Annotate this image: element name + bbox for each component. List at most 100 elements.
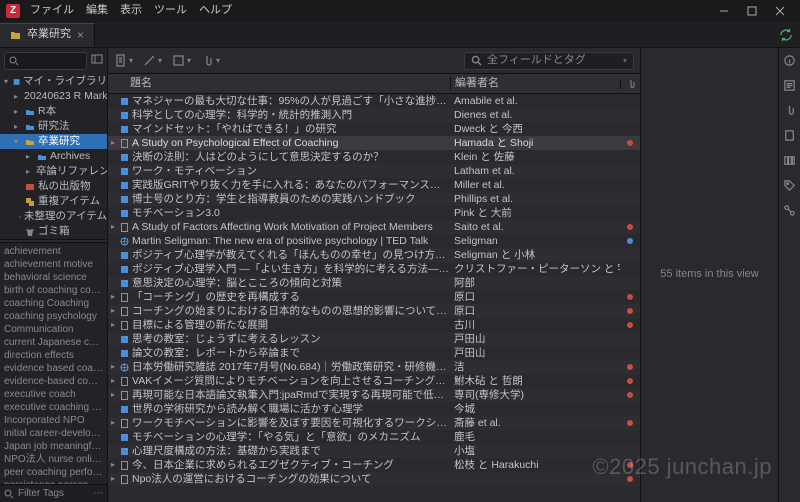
tag-item[interactable]: coaching Coaching: [4, 297, 103, 310]
tab-close-icon[interactable]: ×: [77, 28, 84, 42]
attachments-icon[interactable]: [783, 104, 796, 117]
abstract-icon[interactable]: [783, 79, 796, 92]
twisty-icon[interactable]: ▸: [108, 390, 118, 400]
item-row[interactable]: マネジャーの最も大切な仕事：95%の人が見過ごす「小さな進捗」の力Amabile…: [108, 94, 640, 108]
info-icon[interactable]: [783, 54, 796, 67]
item-row[interactable]: ▸A Study on Psychological Effect of Coac…: [108, 136, 640, 150]
item-row[interactable]: ▸ワークモチベーションに影響を及ぼす要因を可視化するワークショップの開発斎藤 e…: [108, 416, 640, 430]
related-icon[interactable]: [783, 204, 796, 217]
close-button[interactable]: [766, 0, 794, 22]
item-row[interactable]: 心理尺度構成の方法：基礎から実践まで小塩: [108, 444, 640, 458]
menu-help[interactable]: ヘルプ: [199, 4, 232, 17]
libraries-icon[interactable]: [783, 154, 796, 167]
collection-item[interactable]: 重複アイテム: [0, 194, 107, 209]
twisty-icon[interactable]: ▸: [108, 306, 118, 316]
tag-item[interactable]: achievement motive: [4, 258, 103, 271]
twisty-icon[interactable]: ▸: [14, 107, 22, 117]
sync-button[interactable]: [772, 28, 800, 42]
item-row[interactable]: ポジティブ心理学入門 ―「よい生き方」を科学的に考える方法―【スマホ・読上】クリ…: [108, 262, 640, 276]
item-row[interactable]: ▸目標による管理の新たな展開古川: [108, 318, 640, 332]
collection-item[interactable]: ゴミ箱: [0, 224, 107, 239]
twisty-icon[interactable]: ▸: [108, 320, 118, 330]
search-dropdown-icon[interactable]: ▾: [623, 56, 627, 66]
column-title[interactable]: 題名: [126, 77, 450, 90]
twisty-icon[interactable]: ▾: [14, 137, 22, 147]
collection-search[interactable]: [4, 52, 87, 70]
menu-view[interactable]: 表示: [120, 4, 142, 17]
twisty-icon[interactable]: ▾: [4, 77, 10, 87]
add-attachment-button[interactable]: ▾: [201, 54, 220, 67]
item-row[interactable]: 論文の教室：レポートから卒論まで戸田山: [108, 346, 640, 360]
menu-edit[interactable]: 編集: [86, 4, 108, 17]
minimize-button[interactable]: [710, 0, 738, 22]
item-row[interactable]: ▸A Study of Factors Affecting Work Motiv…: [108, 220, 640, 234]
tag-filter-bar[interactable]: Filter Tags ⋯: [0, 484, 107, 502]
twisty-icon[interactable]: ▸: [108, 474, 118, 484]
twisty-icon[interactable]: ▸: [108, 418, 118, 428]
item-row[interactable]: ▸再現可能な日本語論文執筆入門:jpaRmdで実現する再現可能で低コストな日本語…: [108, 388, 640, 402]
item-row[interactable]: 科学としての心理学：科学的・統計的推測入門Dienes et al.: [108, 108, 640, 122]
tag-item[interactable]: current Japanese companies: [4, 336, 103, 349]
collection-item[interactable]: ▾卒業研究: [0, 134, 107, 149]
tag-selector[interactable]: achievementachievement motivebehavioral …: [0, 243, 107, 484]
column-attachment[interactable]: [620, 79, 640, 89]
item-row[interactable]: Martin Seligman: The new era of positive…: [108, 234, 640, 248]
item-row[interactable]: 博士号のとり方：学生と指導教員のための実践ハンドブックPhillips et a…: [108, 192, 640, 206]
item-row[interactable]: ▸日本労働研究雑誌 2017年7月号(No.684)｜労働政策研究・研修機構（J…: [108, 360, 640, 374]
items-search[interactable]: 全フィールドとタグ ▾: [464, 52, 634, 70]
collection-item[interactable]: ▸Archives: [0, 149, 107, 164]
item-row[interactable]: ▸今、日本企業に求められるエグゼクティブ・コーチング松枝 と Harakuchi: [108, 458, 640, 472]
twisty-icon[interactable]: ▸: [108, 376, 118, 386]
twisty-icon[interactable]: ▸: [26, 152, 34, 162]
twisty-icon[interactable]: ▸: [108, 292, 118, 302]
tag-item[interactable]: executive coach: [4, 388, 103, 401]
item-row[interactable]: ▸「コーチング」の歴史を再構成する原口: [108, 290, 640, 304]
tag-item[interactable]: initial career-development pe…: [4, 427, 103, 440]
item-row[interactable]: 世界の学術研究から読み解く職場に活かす心理学今城: [108, 402, 640, 416]
tag-item[interactable]: peer coaching performance: [4, 466, 103, 479]
menu-tools[interactable]: ツール: [154, 4, 187, 17]
item-row[interactable]: モチベーションの心理学：「やる気」と「意欲」のメカニズム鹿毛: [108, 430, 640, 444]
maximize-button[interactable]: [738, 0, 766, 22]
item-row[interactable]: ▸VAKイメージ質問によりモチベーションを向上させるコーチング対話システム鮒木砧…: [108, 374, 640, 388]
tag-item[interactable]: executive coaching grit history: [4, 401, 103, 414]
twisty-icon[interactable]: ▸: [14, 92, 18, 102]
tag-item[interactable]: achievement: [4, 245, 103, 258]
item-row[interactable]: 決断の法則：人はどのようにして意思決定するのか？Klein と 佐藤: [108, 150, 640, 164]
tag-item[interactable]: Japan job meaningfulness: [4, 440, 103, 453]
tag-item[interactable]: evidence-based coaching study: [4, 375, 103, 388]
items-list[interactable]: マネジャーの最も大切な仕事：95%の人が見過ごす「小さな進捗」の力Amabile…: [108, 94, 640, 502]
item-row[interactable]: 意思決定の心理学：脳とこころの傾向と対策阿部: [108, 276, 640, 290]
twisty-icon[interactable]: ▸: [26, 167, 30, 177]
item-row[interactable]: ▸コーチングの始まりにおける日本的なものの思想的影響についての考察原口: [108, 304, 640, 318]
collection-item[interactable]: ▸R本: [0, 104, 107, 119]
tab-active[interactable]: 卒業研究 ×: [0, 23, 95, 47]
item-row[interactable]: モチベーション3.0Pink と 大前: [108, 206, 640, 220]
tag-item[interactable]: direction effects: [4, 349, 103, 362]
new-item-button[interactable]: ▾: [114, 54, 133, 67]
add-by-identifier-button[interactable]: ▾: [143, 54, 162, 67]
item-row[interactable]: ポジティブ心理学が教えてくれる「ほんものの幸せ」の見つけ方：とっておきの強みを生…: [108, 248, 640, 262]
twisty-icon[interactable]: ▸: [108, 222, 118, 232]
twisty-icon[interactable]: ▸: [14, 122, 22, 132]
item-row[interactable]: 実践版GRITやり抜く力を手に入れる：あなたのパフォーマンスを最大限に引き出す科…: [108, 178, 640, 192]
item-row[interactable]: ワーク・モティベーションLatham et al.: [108, 164, 640, 178]
new-note-button[interactable]: ▾: [172, 54, 191, 67]
collection-item[interactable]: ▸20240623 R Markdow…: [0, 89, 107, 104]
tags-icon[interactable]: [783, 179, 796, 192]
collection-item[interactable]: 未整理のアイテム: [0, 209, 107, 224]
collection-item[interactable]: 私の出版物: [0, 179, 107, 194]
item-row[interactable]: 思考の教室：じょうずに考えるレッスン戸田山: [108, 332, 640, 346]
tag-item[interactable]: NPO法人 nurse online survey: [4, 453, 103, 466]
tag-item[interactable]: behavioral science: [4, 271, 103, 284]
filter-menu-icon[interactable]: ⋯: [93, 488, 103, 500]
tag-item[interactable]: coaching psychology: [4, 310, 103, 323]
tag-item[interactable]: birth of coaching coach: [4, 284, 103, 297]
collection-item[interactable]: ▸研究法: [0, 119, 107, 134]
item-row[interactable]: マインドセット：「やればできる！」の研究Dweck と 今西: [108, 122, 640, 136]
twisty-icon[interactable]: ▸: [108, 138, 118, 148]
tag-item[interactable]: Incorporated NPO: [4, 414, 103, 427]
column-author[interactable]: 編著者名: [450, 77, 620, 90]
item-row[interactable]: ▸Npo法人の運営におけるコーチングの効果について: [108, 472, 640, 486]
twisty-icon[interactable]: ▸: [108, 362, 118, 372]
